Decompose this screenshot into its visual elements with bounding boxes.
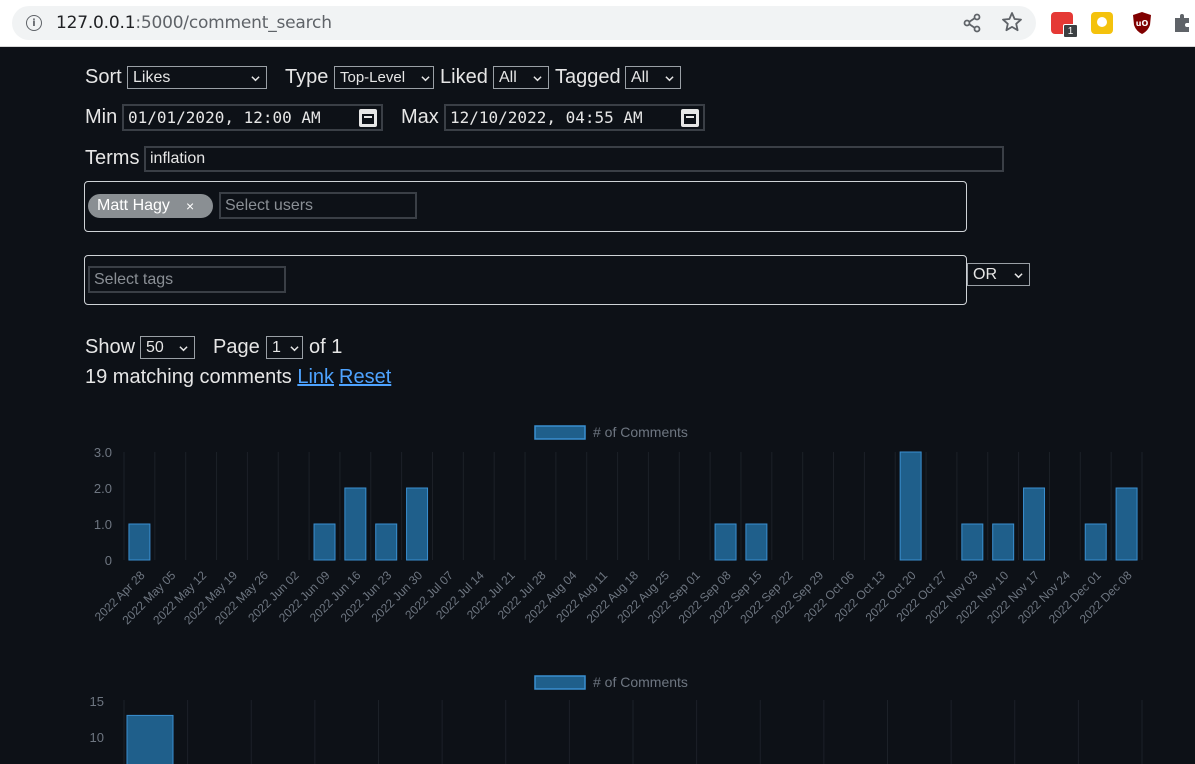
comments-histogram-chart: # of Comments 15 10 bbox=[90, 674, 1143, 764]
user-chip-label: Matt Hagy bbox=[97, 197, 170, 214]
url-text[interactable]: 127.0.0.1:5000/comment_search bbox=[56, 13, 332, 33]
browser-toolbar: i 127.0.0.1:5000/comment_search 1 uO bbox=[0, 0, 1195, 47]
calendar-icon[interactable] bbox=[681, 109, 699, 127]
page-select[interactable]: 1 bbox=[266, 336, 303, 359]
liked-label: Liked bbox=[440, 66, 488, 88]
bookmark-star-icon[interactable] bbox=[1001, 11, 1023, 33]
ublock-shield-icon[interactable]: uO bbox=[1131, 11, 1153, 35]
y-tick-label: 0 bbox=[105, 553, 112, 568]
bar bbox=[313, 523, 336, 561]
page-size-select[interactable]: 50 bbox=[140, 336, 195, 359]
results-summary: 19 matching comments Link Reset bbox=[85, 366, 391, 389]
legend-swatch bbox=[534, 425, 586, 440]
chevron-down-icon bbox=[1014, 273, 1023, 279]
url-path: :5000/comment_search bbox=[135, 13, 332, 33]
legend-swatch bbox=[534, 675, 586, 690]
terms-input-value: inflation bbox=[150, 150, 206, 167]
share-icon[interactable] bbox=[961, 12, 983, 34]
users-search-input[interactable]: Select users bbox=[219, 192, 417, 219]
users-placeholder: Select users bbox=[225, 197, 314, 214]
y-tick-label: 3.0 bbox=[94, 445, 112, 460]
page-label: Page bbox=[213, 336, 260, 358]
bar bbox=[745, 523, 768, 561]
terms-label: Terms bbox=[85, 147, 140, 169]
bar bbox=[375, 523, 398, 561]
chart-legend: # of Comments bbox=[534, 674, 688, 690]
legend-label: # of Comments bbox=[593, 424, 688, 440]
type-select-value: Top-Level bbox=[340, 69, 406, 86]
show-label: Show bbox=[85, 336, 136, 358]
chevron-down-icon bbox=[665, 76, 674, 82]
sort-select[interactable]: Likes bbox=[127, 66, 267, 89]
chevron-down-icon bbox=[179, 346, 188, 352]
page-total: of 1 bbox=[309, 336, 343, 358]
type-select[interactable]: Top-Level bbox=[334, 66, 434, 89]
bar bbox=[714, 523, 737, 561]
bar bbox=[1115, 487, 1138, 561]
y-tick-label: 1.0 bbox=[94, 517, 112, 532]
bar bbox=[406, 487, 429, 561]
min-date-label: Min bbox=[85, 106, 118, 128]
extension-red-icon[interactable]: 1 bbox=[1051, 12, 1078, 38]
bar bbox=[128, 523, 151, 561]
sort-label: Sort bbox=[85, 66, 122, 88]
y-tick-label: 10 bbox=[90, 730, 104, 745]
legend-label: # of Comments bbox=[593, 674, 688, 690]
extension-yellow-icon[interactable] bbox=[1091, 12, 1113, 34]
liked-select[interactable]: All bbox=[493, 66, 549, 89]
tagged-label: Tagged bbox=[555, 66, 621, 88]
chevron-down-icon bbox=[290, 346, 299, 352]
bar bbox=[126, 714, 174, 764]
tagged-select[interactable]: All bbox=[625, 66, 681, 89]
chevron-down-icon bbox=[421, 76, 430, 82]
max-datetime-input[interactable]: 12/10/2022, 04:55 AM bbox=[444, 104, 705, 131]
max-datetime-value: 12/10/2022, 04:55 AM bbox=[450, 108, 643, 127]
chevron-down-icon bbox=[251, 76, 260, 82]
type-label: Type bbox=[285, 66, 329, 88]
max-date-label: Max bbox=[401, 106, 439, 128]
terms-input[interactable]: inflation bbox=[144, 146, 1004, 172]
tags-mode-value: OR bbox=[973, 266, 997, 283]
tagged-select-value: All bbox=[631, 69, 649, 86]
calendar-icon[interactable] bbox=[359, 109, 377, 127]
permalink-link[interactable]: Link bbox=[297, 366, 334, 388]
url-host: 127.0.0.1 bbox=[56, 13, 136, 33]
extension-badge: 1 bbox=[1063, 24, 1078, 38]
page-size-value: 50 bbox=[146, 339, 164, 356]
page-select-value: 1 bbox=[272, 339, 281, 356]
comments-per-week-chart: # of Comments01.02.03.02022 Apr 282022 M… bbox=[92, 424, 1143, 627]
extensions-puzzle-icon[interactable] bbox=[1171, 12, 1193, 34]
svg-text:uO: uO bbox=[1136, 19, 1149, 28]
bar bbox=[1023, 487, 1046, 561]
user-chip: Matt Hagy × bbox=[88, 194, 213, 218]
y-tick-label: 2.0 bbox=[94, 481, 112, 496]
bar bbox=[344, 487, 367, 561]
tags-placeholder: Select tags bbox=[94, 271, 174, 288]
min-datetime-input[interactable]: 01/01/2020, 12:00 AM bbox=[122, 104, 383, 131]
bar bbox=[961, 523, 984, 561]
result-count: 19 matching comments bbox=[85, 366, 292, 388]
bar bbox=[899, 451, 922, 561]
bar bbox=[1084, 523, 1107, 561]
users-select-box[interactable] bbox=[84, 181, 967, 232]
tags-search-input[interactable]: Select tags bbox=[88, 266, 286, 293]
min-datetime-value: 01/01/2020, 12:00 AM bbox=[128, 108, 321, 127]
sort-select-value: Likes bbox=[133, 69, 171, 86]
chevron-down-icon bbox=[533, 76, 542, 82]
y-tick-label: 15 bbox=[90, 694, 104, 709]
chart-legend: # of Comments bbox=[534, 424, 688, 440]
reset-link[interactable]: Reset bbox=[339, 366, 391, 388]
liked-select-value: All bbox=[499, 69, 517, 86]
bar bbox=[992, 523, 1015, 561]
site-info-icon[interactable]: i bbox=[26, 15, 42, 31]
tags-mode-select[interactable]: OR bbox=[967, 263, 1030, 286]
remove-chip-icon[interactable]: × bbox=[186, 194, 194, 218]
